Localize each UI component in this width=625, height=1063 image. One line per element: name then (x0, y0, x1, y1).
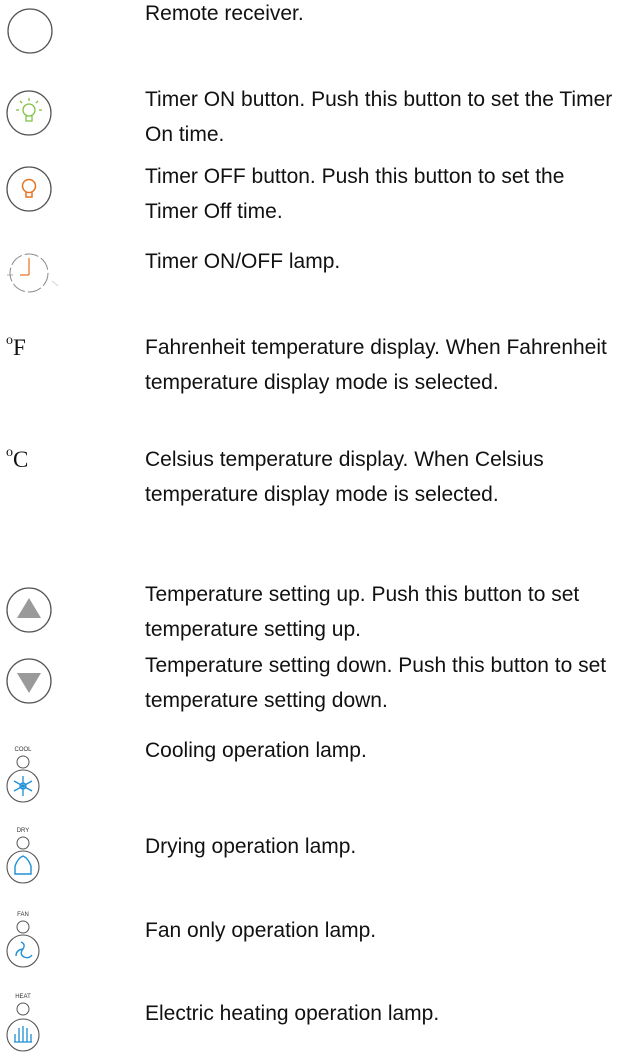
remote-receiver-desc: Remote receiver. (145, 2, 304, 25)
fahrenheit-desc: Fahrenheit temperature display. When Fah… (145, 336, 607, 394)
remote-receiver-icon (7, 8, 53, 54)
celsius-desc: Celsius temperature display. When Celsiu… (145, 448, 544, 506)
cool-desc: Cooling operation lamp. (145, 739, 367, 762)
timer-off-desc: Timer OFF button. Push this button to se… (145, 165, 565, 223)
timer-on-desc: Timer ON button. Push this button to set… (145, 88, 613, 146)
heat-lamp-icon: HEAT (6, 994, 40, 1052)
temp-up-desc: Temperature setting up. Push this button… (145, 583, 580, 641)
temp-up-button-icon[interactable] (4, 585, 54, 635)
timer-lamp-icon (7, 253, 59, 293)
cool-lamp-icon: COOL (6, 747, 40, 803)
celsius-symbol: oC (6, 445, 29, 472)
heat-lamp-label: HEAT (15, 994, 31, 1000)
dry-desc: Drying operation lamp. (145, 835, 357, 858)
timer-lamp-desc: Timer ON/OFF lamp. (145, 250, 341, 273)
dry-lamp-icon: DRY (6, 828, 40, 884)
timer-on-button-icon[interactable] (4, 88, 54, 138)
fan-lamp-label: FAN (17, 912, 29, 918)
fahrenheit-symbol: oF (6, 333, 26, 360)
heat-desc: Electric heating operation lamp. (145, 1002, 440, 1025)
temp-down-button-icon[interactable] (4, 656, 54, 706)
temp-down-desc: Temperature setting down. Push this butt… (145, 654, 607, 712)
cool-lamp-label: COOL (14, 747, 32, 753)
fan-lamp-icon: FAN (6, 912, 40, 968)
dry-lamp-label: DRY (17, 828, 30, 834)
timer-off-button-icon[interactable] (4, 164, 54, 214)
fan-desc: Fan only operation lamp. (145, 919, 377, 942)
